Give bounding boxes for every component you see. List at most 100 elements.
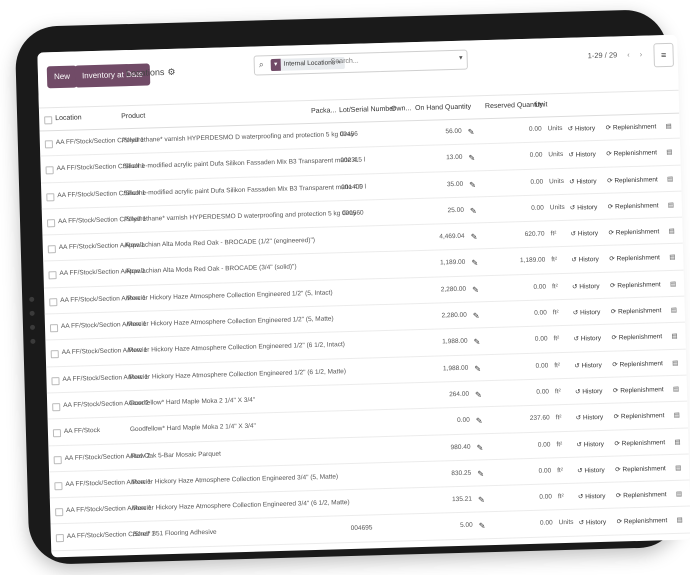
replenishment-button[interactable]: ⟳ Replenishment [608, 227, 660, 236]
pencil-icon[interactable]: ✎ [476, 417, 483, 426]
replenishment-button[interactable]: ⟳ Replenishment [610, 280, 661, 289]
cell-on-hand[interactable]: 25.00 [412, 207, 464, 215]
replenishment-button[interactable]: ⟳ Replenishment [609, 254, 660, 263]
history-button[interactable]: ↺ History [578, 492, 606, 501]
chart-icon[interactable]: ▤ [670, 280, 676, 288]
pencil-icon[interactable]: ✎ [473, 311, 480, 320]
column-owner[interactable]: Own... [391, 105, 411, 113]
history-button[interactable]: ↺ History [568, 150, 596, 159]
row-checkbox[interactable] [50, 350, 59, 359]
pencil-icon[interactable]: ✎ [470, 206, 477, 215]
chart-icon[interactable]: ▤ [676, 490, 682, 498]
replenishment-button[interactable]: ⟳ Replenishment [617, 517, 668, 526]
history-button[interactable]: ↺ History [579, 518, 607, 527]
cell-on-hand[interactable]: 135.21 [420, 496, 472, 504]
cell-on-hand[interactable]: 35.00 [411, 180, 463, 188]
replenishment-button[interactable]: ⟳ Replenishment [606, 122, 657, 131]
cell-on-hand[interactable]: 1,988.00 [415, 338, 467, 346]
cell-on-hand[interactable]: 13.00 [410, 154, 462, 162]
cell-on-hand[interactable]: 2,280.00 [415, 312, 466, 320]
cell-on-hand[interactable]: 1,988.00 [416, 364, 468, 372]
pencil-icon[interactable]: ✎ [474, 364, 481, 373]
history-button[interactable]: ↺ History [572, 282, 600, 291]
pencil-icon[interactable]: ✎ [469, 180, 476, 189]
column-lot[interactable]: Lot/Serial Number [339, 106, 396, 115]
replenishment-button[interactable]: ⟳ Replenishment [612, 359, 663, 368]
row-checkbox[interactable] [45, 166, 54, 175]
search-options-toggle[interactable]: ▾ [459, 54, 463, 62]
history-button[interactable]: ↺ History [571, 255, 599, 264]
row-checkbox[interactable] [46, 192, 55, 201]
pencil-icon[interactable]: ✎ [478, 495, 485, 504]
history-button[interactable]: ↺ History [573, 308, 601, 317]
pencil-icon[interactable]: ✎ [472, 285, 479, 294]
history-button[interactable]: ↺ History [575, 387, 603, 396]
column-product[interactable]: Product [121, 113, 145, 121]
chart-icon[interactable]: ▤ [669, 253, 675, 261]
history-button[interactable]: ↺ History [570, 229, 599, 238]
chart-icon[interactable]: ▤ [671, 306, 677, 314]
history-button[interactable]: ↺ History [573, 334, 601, 343]
chart-icon[interactable]: ▤ [671, 332, 677, 340]
pencil-icon[interactable]: ✎ [479, 522, 486, 531]
pencil-icon[interactable]: ✎ [477, 469, 484, 478]
row-checkbox[interactable] [46, 219, 56, 228]
history-button[interactable]: ↺ History [568, 124, 596, 133]
column-location[interactable]: Location [55, 114, 82, 122]
cell-on-hand[interactable]: 56.00 [410, 128, 461, 136]
replenishment-button[interactable]: ⟳ Replenishment [613, 385, 664, 394]
column-on-hand[interactable]: On Hand Quantity [415, 103, 471, 112]
view-switcher-list-icon[interactable]: ≡ [653, 42, 674, 68]
cell-on-hand[interactable]: 1,189.00 [413, 259, 465, 267]
pencil-icon[interactable]: ✎ [476, 443, 483, 452]
chart-icon[interactable]: ▤ [666, 122, 672, 130]
pager-value[interactable]: 1-29 / 29 [588, 50, 618, 60]
cell-on-hand[interactable]: 830.25 [419, 469, 471, 477]
new-button[interactable]: New [46, 65, 78, 89]
chart-icon[interactable]: ▤ [673, 385, 679, 393]
pencil-icon[interactable]: ✎ [471, 233, 478, 242]
row-checkbox[interactable] [51, 376, 60, 385]
row-checkbox[interactable] [52, 429, 62, 438]
chevron-left-icon[interactable]: ‹ [627, 50, 630, 59]
history-button[interactable]: ↺ History [574, 361, 602, 370]
history-button[interactable]: ↺ History [569, 177, 597, 186]
chart-icon[interactable]: ▤ [674, 437, 680, 445]
replenishment-button[interactable]: ⟳ Replenishment [615, 464, 666, 473]
gear-icon[interactable]: ⚙ [167, 67, 175, 77]
history-button[interactable]: ↺ History [570, 203, 598, 212]
row-checkbox[interactable] [52, 403, 61, 412]
cell-on-hand[interactable]: 0.00 [418, 417, 470, 425]
chart-icon[interactable]: ▤ [672, 358, 678, 366]
replenishment-button[interactable]: ⟳ Replenishment [614, 411, 665, 420]
cell-on-hand[interactable]: 2,280.00 [414, 285, 466, 293]
cell-on-hand[interactable]: 264.00 [417, 391, 469, 399]
history-button[interactable]: ↺ History [576, 413, 604, 422]
replenishment-button[interactable]: ⟳ Replenishment [616, 490, 667, 499]
row-checkbox[interactable] [53, 455, 62, 464]
chevron-right-icon[interactable]: › [640, 50, 643, 59]
row-checkbox[interactable] [44, 140, 54, 149]
replenishment-button[interactable]: ⟳ Replenishment [614, 438, 665, 447]
chart-icon[interactable]: ▤ [667, 174, 673, 182]
row-checkbox[interactable] [47, 245, 56, 254]
chart-icon[interactable]: ▤ [674, 411, 680, 419]
chart-icon[interactable]: ▤ [666, 148, 672, 156]
pencil-icon[interactable]: ✎ [473, 338, 480, 347]
column-package[interactable]: Packa... [311, 107, 336, 115]
pencil-icon[interactable]: ✎ [468, 154, 475, 163]
replenishment-button[interactable]: ⟳ Replenishment [611, 333, 662, 342]
chart-icon[interactable]: ▤ [668, 227, 674, 235]
column-unit[interactable]: Unit [535, 101, 548, 108]
cell-on-hand[interactable]: 4,469.04 [413, 233, 464, 241]
select-all-checkbox[interactable] [44, 116, 53, 125]
chart-icon[interactable]: ▤ [668, 201, 674, 209]
replenishment-button[interactable]: ⟳ Replenishment [611, 306, 662, 315]
row-checkbox[interactable] [55, 508, 64, 517]
chart-icon[interactable]: ▤ [675, 464, 681, 472]
pencil-icon[interactable]: ✎ [475, 390, 482, 399]
row-checkbox[interactable] [48, 271, 57, 280]
row-checkbox[interactable] [49, 297, 58, 307]
replenishment-button[interactable]: ⟳ Replenishment [606, 149, 657, 158]
pencil-icon[interactable]: ✎ [468, 127, 475, 136]
